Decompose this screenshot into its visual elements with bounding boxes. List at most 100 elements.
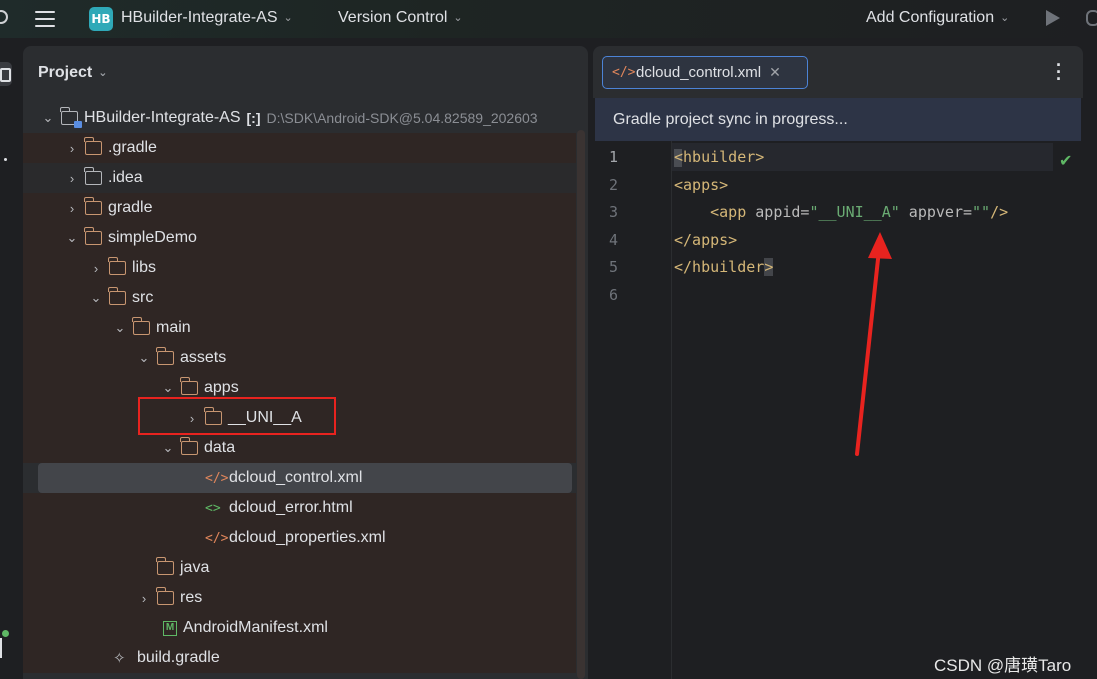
code-line-5[interactable]: </hbuilder>	[674, 258, 774, 276]
project-name: HBuilder-Integrate-AS	[121, 9, 278, 26]
run-icon[interactable]	[1046, 10, 1060, 26]
folder-icon	[180, 437, 198, 455]
chevron-down-icon[interactable]: ⌄	[161, 440, 175, 456]
tool-window-strip	[0, 38, 22, 679]
line-number: 2	[609, 176, 619, 194]
sync-banner: Gradle project sync in progress...	[595, 98, 1081, 141]
project-switcher[interactable]: HBuilder-Integrate-AS ⌄	[121, 9, 293, 27]
tree-item-build-gradle[interactable]: ✧ build.gradle	[23, 643, 576, 673]
line-number: 6	[609, 286, 619, 304]
title-bar: HB HBuilder-Integrate-AS ⌄ Version Contro…	[0, 0, 1097, 38]
tree-item-label: HBuilder-Integrate-AS	[84, 109, 241, 126]
debug-icon[interactable]	[1086, 10, 1097, 26]
close-icon[interactable]: ✕	[769, 64, 781, 81]
xml-file-icon: </>	[205, 530, 229, 546]
line-number: 1	[609, 148, 619, 166]
chevron-right-icon[interactable]: ›	[137, 591, 151, 606]
tree-item-label: .idea	[108, 169, 143, 186]
tree-item-label: dcloud_error.html	[229, 499, 353, 516]
code-line-2[interactable]: <apps>	[674, 176, 728, 194]
folder-icon	[84, 197, 102, 215]
chevron-right-icon[interactable]: ›	[65, 141, 79, 156]
tree-item-res[interactable]: › res	[23, 583, 576, 613]
version-control-menu[interactable]: Version Control ⌄	[338, 9, 463, 27]
tree-item-android-manifest[interactable]: M AndroidManifest.xml	[23, 613, 576, 643]
editor-tab-bar: </> dcloud_control.xml ✕ · · ·	[593, 46, 1083, 98]
project-tool-icon[interactable]	[0, 62, 12, 86]
project-view-selector[interactable]: Project ⌄	[38, 64, 107, 82]
tree-item-gradle-hidden[interactable]: › .gradle	[23, 133, 576, 163]
code-line-4[interactable]: </apps>	[674, 231, 737, 249]
xml-file-icon: </>	[612, 65, 636, 80]
tree-item-dcloud-properties[interactable]: </> dcloud_properties.xml	[23, 523, 576, 553]
more-tools-icon[interactable]	[4, 158, 7, 161]
tree-item-project-root[interactable]: ⌄ HBuilder-Integrate-AS [:] D:\SDK\Andro…	[23, 103, 576, 133]
tree-item-src[interactable]: ⌄ src	[23, 283, 576, 313]
line-number: 5	[609, 258, 619, 276]
tree-item-label: dcloud_properties.xml	[229, 529, 386, 546]
folder-icon	[84, 137, 102, 155]
chevron-down-icon[interactable]: ⌄	[65, 230, 79, 246]
folder-icon	[132, 317, 150, 335]
chevron-down-icon[interactable]: ⌄	[41, 110, 55, 126]
folder-icon	[108, 257, 126, 275]
tree-item-dcloud-control[interactable]: </> dcloud_control.xml	[38, 463, 572, 493]
folder-icon	[180, 377, 198, 395]
main-menu-icon[interactable]	[35, 11, 55, 27]
tree-item-libs[interactable]: › libs	[23, 253, 576, 283]
gradle-file-icon: ✧	[113, 650, 126, 667]
folder-icon	[84, 227, 102, 245]
add-configuration-label: Add Configuration	[866, 9, 995, 26]
line-number: 4	[609, 231, 619, 249]
tree-item-label: .gradle	[108, 139, 157, 156]
version-control-label: Version Control	[338, 9, 448, 26]
html-file-icon: <>	[205, 500, 221, 516]
tree-item-idea[interactable]: › .idea	[23, 163, 576, 193]
tree-item-label: dcloud_control.xml	[229, 469, 363, 486]
editor-tab-dcloud-control[interactable]: </> dcloud_control.xml ✕	[602, 56, 808, 89]
tab-label: dcloud_control.xml	[636, 64, 762, 81]
status-indicator-icon	[2, 630, 9, 637]
line-number-gutter: 1 2 3 4 5 6	[593, 141, 671, 679]
tree-item-data[interactable]: ⌄ data	[23, 433, 576, 463]
tree-item-label: java	[180, 559, 210, 576]
tool-icon[interactable]	[0, 638, 2, 658]
chevron-down-icon: ⌄	[1000, 12, 1010, 24]
project-panel: Project ⌄ ⌄ HBuilder-Integrate-AS [:] D:\…	[23, 46, 588, 679]
manifest-file-icon: M	[163, 620, 177, 636]
folder-icon	[108, 287, 126, 305]
tree-item-dcloud-error[interactable]: <> dcloud_error.html	[23, 493, 576, 523]
checkmark-icon[interactable]: ✔	[1059, 151, 1072, 171]
watermark: CSDN @唐璜Taro	[934, 656, 1072, 675]
chevron-down-icon[interactable]: ⌄	[137, 350, 151, 366]
tree-item-label: data	[204, 439, 236, 456]
folder-icon	[84, 167, 102, 185]
code-line-1[interactable]: <hbuilder>	[674, 148, 764, 167]
tree-item-label: AndroidManifest.xml	[183, 619, 328, 636]
app-icon[interactable]	[0, 10, 8, 24]
vcs-marker: [:]	[246, 110, 261, 126]
chevron-right-icon[interactable]: ›	[65, 171, 79, 186]
tree-item-main[interactable]: ⌄ main	[23, 313, 576, 343]
tree-item-assets[interactable]: ⌄ assets	[23, 343, 576, 373]
chevron-down-icon: ⌄	[453, 12, 463, 24]
code-line-3[interactable]: <app appid="__UNI__A" appver=""/>	[674, 203, 1008, 221]
editor-panel: </> dcloud_control.xml ✕ · · · Gradle proj…	[593, 46, 1083, 679]
xml-file-icon: </>	[205, 470, 229, 486]
add-configuration-button[interactable]: Add Configuration ⌄	[866, 9, 1009, 27]
tree-item-simpledemo[interactable]: ⌄ simpleDemo	[23, 223, 576, 253]
chevron-right-icon[interactable]: ›	[89, 261, 103, 276]
chevron-down-icon[interactable]: ⌄	[113, 320, 127, 336]
chevron-down-icon[interactable]: ⌄	[161, 380, 175, 396]
tree-item-gradle[interactable]: › gradle	[23, 193, 576, 223]
tree-item-label: gradle	[108, 199, 153, 216]
folder-icon	[156, 587, 174, 605]
chevron-right-icon[interactable]: ›	[65, 201, 79, 216]
chevron-down-icon[interactable]: ⌄	[89, 290, 103, 306]
tree-item-label: build.gradle	[137, 649, 220, 666]
project-scrollbar[interactable]	[577, 130, 585, 679]
project-folder-icon	[60, 107, 82, 128]
tree-item-label: assets	[180, 349, 227, 366]
tree-item-java[interactable]: java	[23, 553, 576, 583]
more-options-icon[interactable]: · · ·	[1056, 56, 1062, 88]
